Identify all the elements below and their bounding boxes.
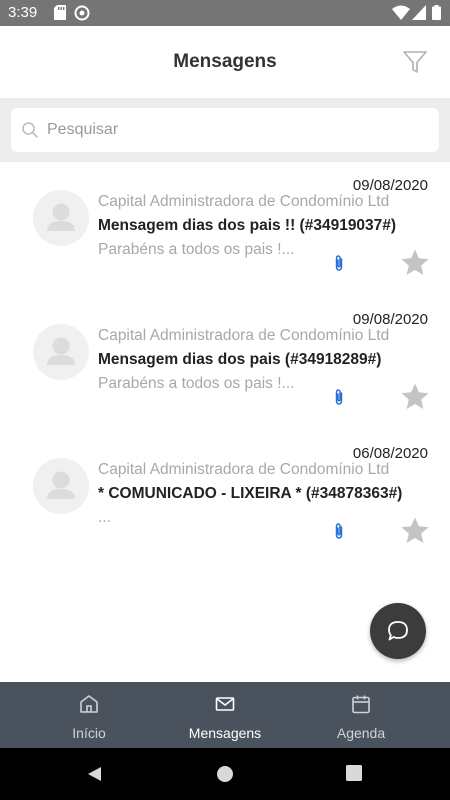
home-icon (80, 695, 98, 713)
mail-icon (215, 697, 235, 711)
nav-label-agenda: Agenda (336, 725, 386, 741)
message-preview: ... (98, 509, 111, 526)
message-item[interactable]: 06/08/2020 Capital Administradora de Con… (0, 430, 450, 564)
avatar (33, 458, 89, 514)
system-navigation-bar (0, 748, 450, 800)
message-subject: Mensagem dias dos pais (#34918289#) (98, 351, 382, 368)
battery-icon (432, 5, 441, 20)
avatar (33, 324, 89, 380)
recents-icon[interactable] (346, 765, 362, 781)
star-icon[interactable] (399, 247, 431, 279)
message-item[interactable]: 09/08/2020 Capital Administradora de Con… (0, 162, 450, 296)
message-date: 06/08/2020 (352, 445, 428, 462)
nav-item-agenda[interactable]: Agenda (286, 682, 436, 748)
message-subject: Mensagem dias dos pais !! (#34919037#) (98, 217, 397, 234)
data-saver-icon (74, 5, 90, 21)
message-date: 09/08/2020 (352, 311, 428, 328)
message-subject: * COMUNICADO - LIXEIRA * (#34878363#) (98, 485, 403, 502)
filter-icon[interactable] (402, 49, 428, 75)
home-button-icon[interactable] (216, 765, 234, 783)
attachment-icon (335, 255, 343, 271)
app-header: Mensagens (0, 26, 450, 98)
nav-label-mensagens: Mensagens (188, 725, 262, 741)
sd-card-icon (54, 5, 66, 20)
search-icon (22, 122, 38, 138)
nav-item-inicio[interactable]: Início (14, 682, 164, 748)
status-bar: 3:39 (0, 0, 450, 26)
new-message-button[interactable] (370, 603, 426, 659)
message-sender: Capital Administradora de Condomínio Ltd (98, 193, 390, 210)
signal-icon (412, 5, 426, 20)
calendar-icon (352, 695, 370, 714)
message-date: 09/08/2020 (352, 177, 428, 194)
status-time: 3:39 (8, 4, 38, 21)
message-sender: Capital Administradora de Condomínio Ltd (98, 327, 390, 344)
search-box[interactable] (11, 108, 439, 152)
attachment-icon (335, 389, 343, 405)
wifi-icon (392, 5, 410, 20)
nav-item-mensagens[interactable]: Mensagens (150, 682, 300, 748)
avatar (33, 190, 89, 246)
search-bar-container (0, 98, 450, 162)
back-icon[interactable] (86, 765, 104, 783)
user-avatar-icon (47, 337, 75, 365)
nav-label-inicio: Início (72, 725, 106, 741)
message-item[interactable]: 09/08/2020 Capital Administradora de Con… (0, 296, 450, 430)
search-input[interactable] (47, 108, 427, 152)
chat-bubble-icon (388, 621, 408, 641)
user-avatar-icon (47, 471, 75, 499)
message-sender: Capital Administradora de Condomínio Ltd (98, 461, 390, 478)
page-title: Mensagens (173, 51, 277, 72)
message-preview: Parabéns a todos os pais !... (98, 241, 295, 258)
star-icon[interactable] (399, 515, 431, 547)
bottom-navigation: Início Mensagens Agenda (0, 682, 450, 748)
attachment-icon (335, 523, 343, 539)
message-preview: Parabéns a todos os pais !... (98, 375, 295, 392)
user-avatar-icon (47, 203, 75, 231)
star-icon[interactable] (399, 381, 431, 413)
